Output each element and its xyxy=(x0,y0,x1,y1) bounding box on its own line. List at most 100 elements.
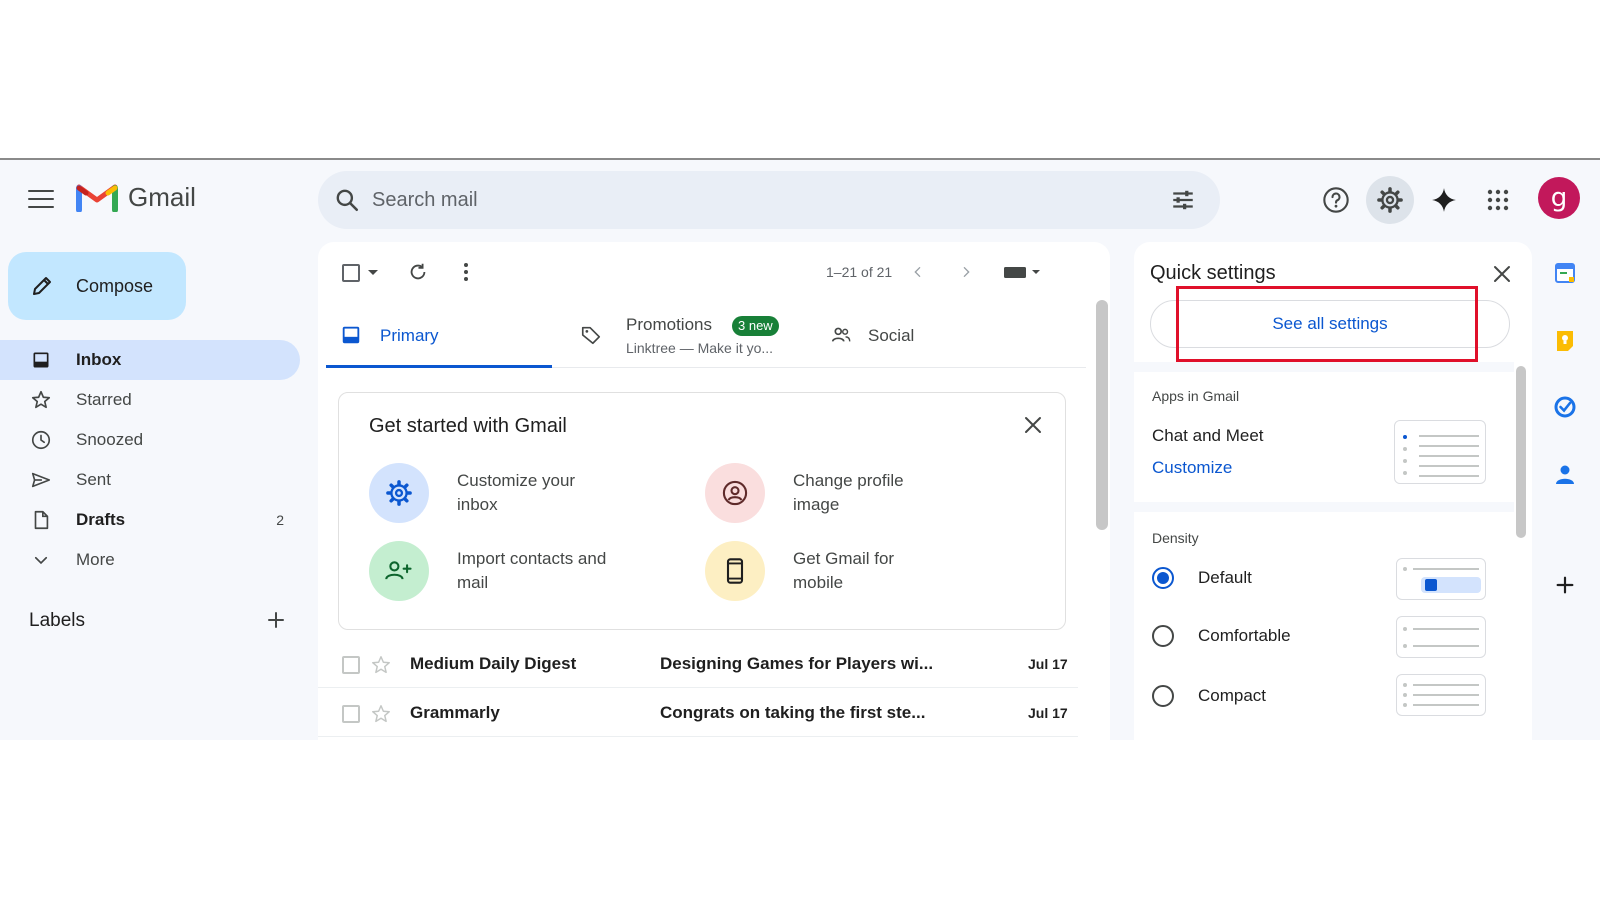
density-label: Comfortable xyxy=(1198,626,1291,645)
older-button[interactable] xyxy=(954,260,978,284)
gmail-wordmark[interactable]: Gmail xyxy=(128,182,196,213)
pagination-text: 1–21 of 21 xyxy=(826,264,893,280)
tasks-icon xyxy=(1554,396,1576,418)
sidebar-item-snoozed[interactable]: Snoozed xyxy=(0,420,300,460)
search-icon[interactable] xyxy=(334,187,360,213)
quick-settings-title: Quick settings xyxy=(1150,262,1276,284)
search-bar[interactable] xyxy=(318,171,1220,229)
import-circle xyxy=(369,541,429,601)
customize-link[interactable]: Customize xyxy=(1152,458,1232,478)
apps-preview-thumbnail xyxy=(1394,420,1486,484)
compose-button[interactable]: Compose xyxy=(8,252,186,320)
labels-heading: Labels xyxy=(29,610,85,631)
density-radio[interactable] xyxy=(1152,685,1174,707)
change-profile-label: Change profile image xyxy=(793,471,904,514)
compose-label: Compose xyxy=(76,275,154,296)
change-profile-image-item[interactable]: Change profile image xyxy=(705,463,1025,529)
drafts-count: 2 xyxy=(276,512,284,528)
email-checkbox[interactable] xyxy=(342,656,360,674)
search-input[interactable] xyxy=(372,183,1132,217)
mobile-circle xyxy=(705,541,765,601)
account-avatar[interactable]: g xyxy=(1538,177,1580,219)
email-subject: Designing Games for Players wi... xyxy=(660,654,934,673)
sidebar-item-drafts[interactable]: Drafts 2 xyxy=(0,500,300,540)
select-all-checkbox[interactable] xyxy=(342,264,360,282)
get-started-title: Get started with Gmail xyxy=(369,415,567,437)
sidebar-item-inbox[interactable]: Inbox xyxy=(0,340,300,380)
inbox-scrollbar[interactable] xyxy=(1096,300,1108,530)
get-addons-button[interactable] xyxy=(1552,572,1578,598)
refresh-icon xyxy=(410,263,426,280)
main-menu-button[interactable] xyxy=(28,190,54,208)
email-checkbox[interactable] xyxy=(342,705,360,723)
quick-settings-scrollbar[interactable] xyxy=(1516,366,1526,538)
customize-inbox-item[interactable]: Customize your inbox xyxy=(369,463,689,529)
inbox-panel: 1–21 of 21 Primary Promotions 3 new Link… xyxy=(318,242,1110,740)
density-radio[interactable] xyxy=(1152,625,1174,647)
create-label-icon[interactable] xyxy=(264,608,288,632)
help-icon xyxy=(1323,187,1349,213)
add-person-icon xyxy=(385,561,412,580)
help-button[interactable] xyxy=(1312,176,1360,224)
sidebar-item-more[interactable]: More xyxy=(0,540,300,580)
search-options-icon[interactable] xyxy=(1170,187,1196,213)
keyboard-icon xyxy=(1004,267,1040,278)
plus-icon xyxy=(1556,576,1574,594)
gemini-button[interactable] xyxy=(1420,176,1468,224)
chevron-down-icon xyxy=(34,556,48,565)
density-radio[interactable] xyxy=(1152,567,1174,589)
inbox-tab-icon xyxy=(342,326,360,344)
sidebar-item-starred[interactable]: Starred xyxy=(0,380,300,420)
sparkle-icon xyxy=(1432,188,1456,212)
select-menu-caret[interactable] xyxy=(368,270,378,275)
gear-icon xyxy=(386,480,412,506)
import-contacts-item[interactable]: Import contacts and mail xyxy=(369,541,689,607)
quick-settings-panel: Quick settings See all settings Apps in … xyxy=(1134,242,1532,740)
apps-grid-icon xyxy=(1487,189,1509,211)
apps-button[interactable] xyxy=(1474,176,1522,224)
close-icon[interactable] xyxy=(1490,262,1514,286)
get-started-card: Get started with Gmail Customize your in… xyxy=(338,392,1066,630)
get-mobile-item[interactable]: Get Gmail for mobile xyxy=(705,541,1025,607)
sidebar-nav: Inbox Starred Snoozed Sent Drafts 2 More xyxy=(0,340,300,580)
tab-primary[interactable]: Primary xyxy=(326,302,552,368)
calendar-icon xyxy=(1555,263,1575,283)
density-label: Compact xyxy=(1198,686,1267,705)
default-preview-thumbnail xyxy=(1396,558,1486,600)
gmail-logo-icon[interactable] xyxy=(76,180,118,212)
more-actions-button[interactable] xyxy=(454,260,478,284)
customize-circle xyxy=(369,463,429,523)
import-contacts-label: Import contacts and mail xyxy=(457,549,607,592)
email-row[interactable]: Grammarly Congrats on taking the first s… xyxy=(318,689,1078,737)
newer-button[interactable] xyxy=(906,260,930,284)
tab-social[interactable]: Social xyxy=(816,302,1016,368)
inbox-icon xyxy=(33,352,49,368)
settings-button[interactable] xyxy=(1366,176,1414,224)
gear-icon xyxy=(1377,187,1403,213)
contacts-addon-button[interactable] xyxy=(1552,462,1578,488)
account-icon xyxy=(722,480,748,506)
sidebar-item-label: Sent xyxy=(76,470,111,489)
phone-icon xyxy=(726,558,744,584)
sidebar-item-sent[interactable]: Sent xyxy=(0,460,300,500)
tasks-addon-button[interactable] xyxy=(1552,394,1578,420)
tab-promotions[interactable]: Promotions 3 new Linktree — Make it yo..… xyxy=(580,302,820,368)
keep-addon-button[interactable] xyxy=(1552,328,1578,354)
close-icon[interactable] xyxy=(1021,413,1045,437)
star-icon[interactable] xyxy=(370,703,392,725)
email-sender: Medium Daily Digest xyxy=(410,654,577,673)
more-vert-icon xyxy=(464,263,468,281)
category-tabs: Primary Promotions 3 new Linktree — Make… xyxy=(326,302,1086,368)
star-icon[interactable] xyxy=(370,654,392,676)
email-row[interactable]: Medium Daily Digest Designing Games for … xyxy=(318,640,1078,688)
pencil-icon xyxy=(33,277,51,295)
density-heading: Density xyxy=(1152,530,1199,546)
chat-meet-label: Chat and Meet xyxy=(1152,426,1264,445)
tab-label: Primary xyxy=(380,326,439,345)
refresh-button[interactable] xyxy=(406,260,430,284)
calendar-addon-button[interactable] xyxy=(1552,260,1578,286)
chevron-left-icon xyxy=(914,266,921,278)
star-icon xyxy=(31,390,51,409)
input-tools-button[interactable] xyxy=(1002,260,1046,284)
sidebar-item-label: Snoozed xyxy=(76,430,144,449)
